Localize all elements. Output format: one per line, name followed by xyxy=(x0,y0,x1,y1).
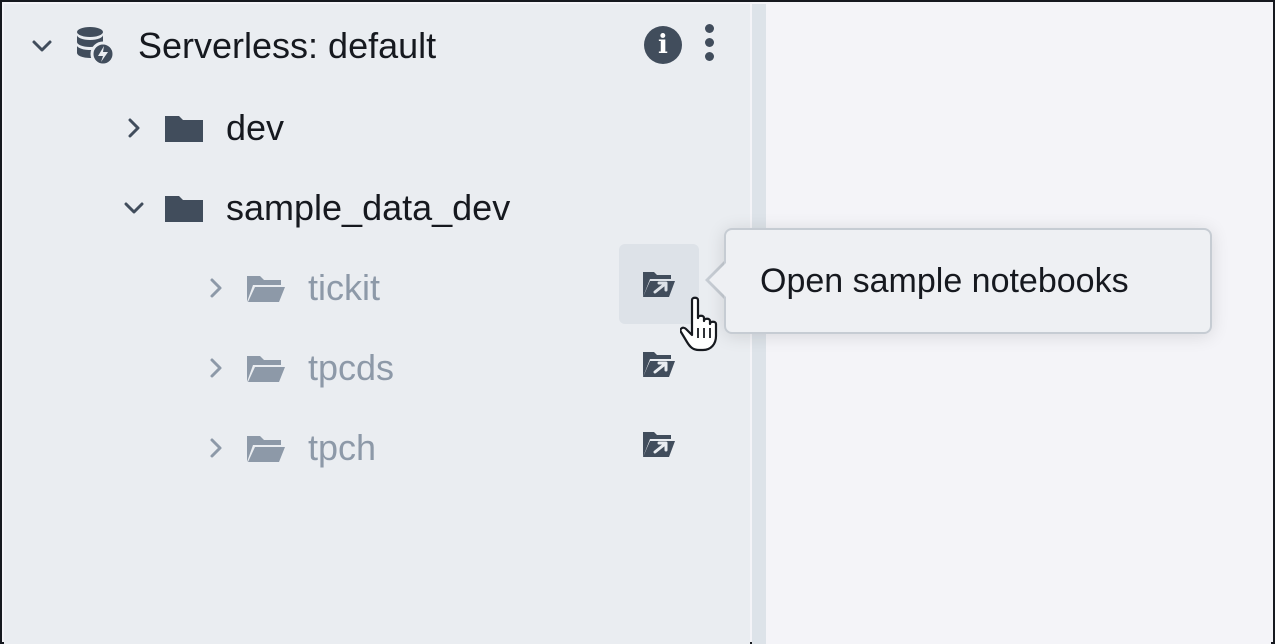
chevron-right-icon[interactable] xyxy=(204,436,228,460)
open-notebook-icon[interactable] xyxy=(619,404,699,484)
folder-open-icon xyxy=(246,433,286,463)
database-tree-panel: Serverless: default i dev sample_data_de… xyxy=(4,4,750,644)
serverless-database-icon xyxy=(72,23,118,69)
tree-item-label: dev xyxy=(226,107,285,148)
tree-item-label: tpcds xyxy=(308,347,395,388)
tree-root-serverless[interactable]: Serverless: default xyxy=(30,16,436,76)
tree-root-label: Serverless: default xyxy=(138,25,437,66)
tree-item-tpcds[interactable]: tpcds xyxy=(204,338,394,398)
tree-item-label: sample_data_dev xyxy=(226,187,511,228)
folder-icon xyxy=(164,113,204,143)
chevron-down-icon[interactable] xyxy=(122,196,146,220)
tree-item-label: tpch xyxy=(308,427,377,468)
folder-icon xyxy=(164,193,204,223)
tooltip: Open sample notebooks xyxy=(724,228,1212,334)
tree-item-sample-data-dev[interactable]: sample_data_dev xyxy=(122,178,510,238)
tree-item-label: tickit xyxy=(308,267,380,308)
hand-pointer-cursor-icon xyxy=(679,296,724,354)
tree-item-tickit[interactable]: tickit xyxy=(204,258,380,318)
chevron-down-icon[interactable] xyxy=(30,34,54,58)
folder-open-icon xyxy=(246,273,286,303)
folder-open-icon xyxy=(246,353,286,383)
more-vertical-icon[interactable] xyxy=(701,24,717,68)
tooltip-arrow-fill xyxy=(709,261,728,299)
tree-item-dev[interactable]: dev xyxy=(122,98,284,158)
tooltip-text: Open sample notebooks xyxy=(760,261,1129,300)
tree-item-tpch[interactable]: tpch xyxy=(204,418,376,478)
chevron-right-icon[interactable] xyxy=(204,356,228,380)
info-icon[interactable]: i xyxy=(644,26,682,64)
chevron-right-icon[interactable] xyxy=(122,116,146,140)
chevron-right-icon[interactable] xyxy=(204,276,228,300)
